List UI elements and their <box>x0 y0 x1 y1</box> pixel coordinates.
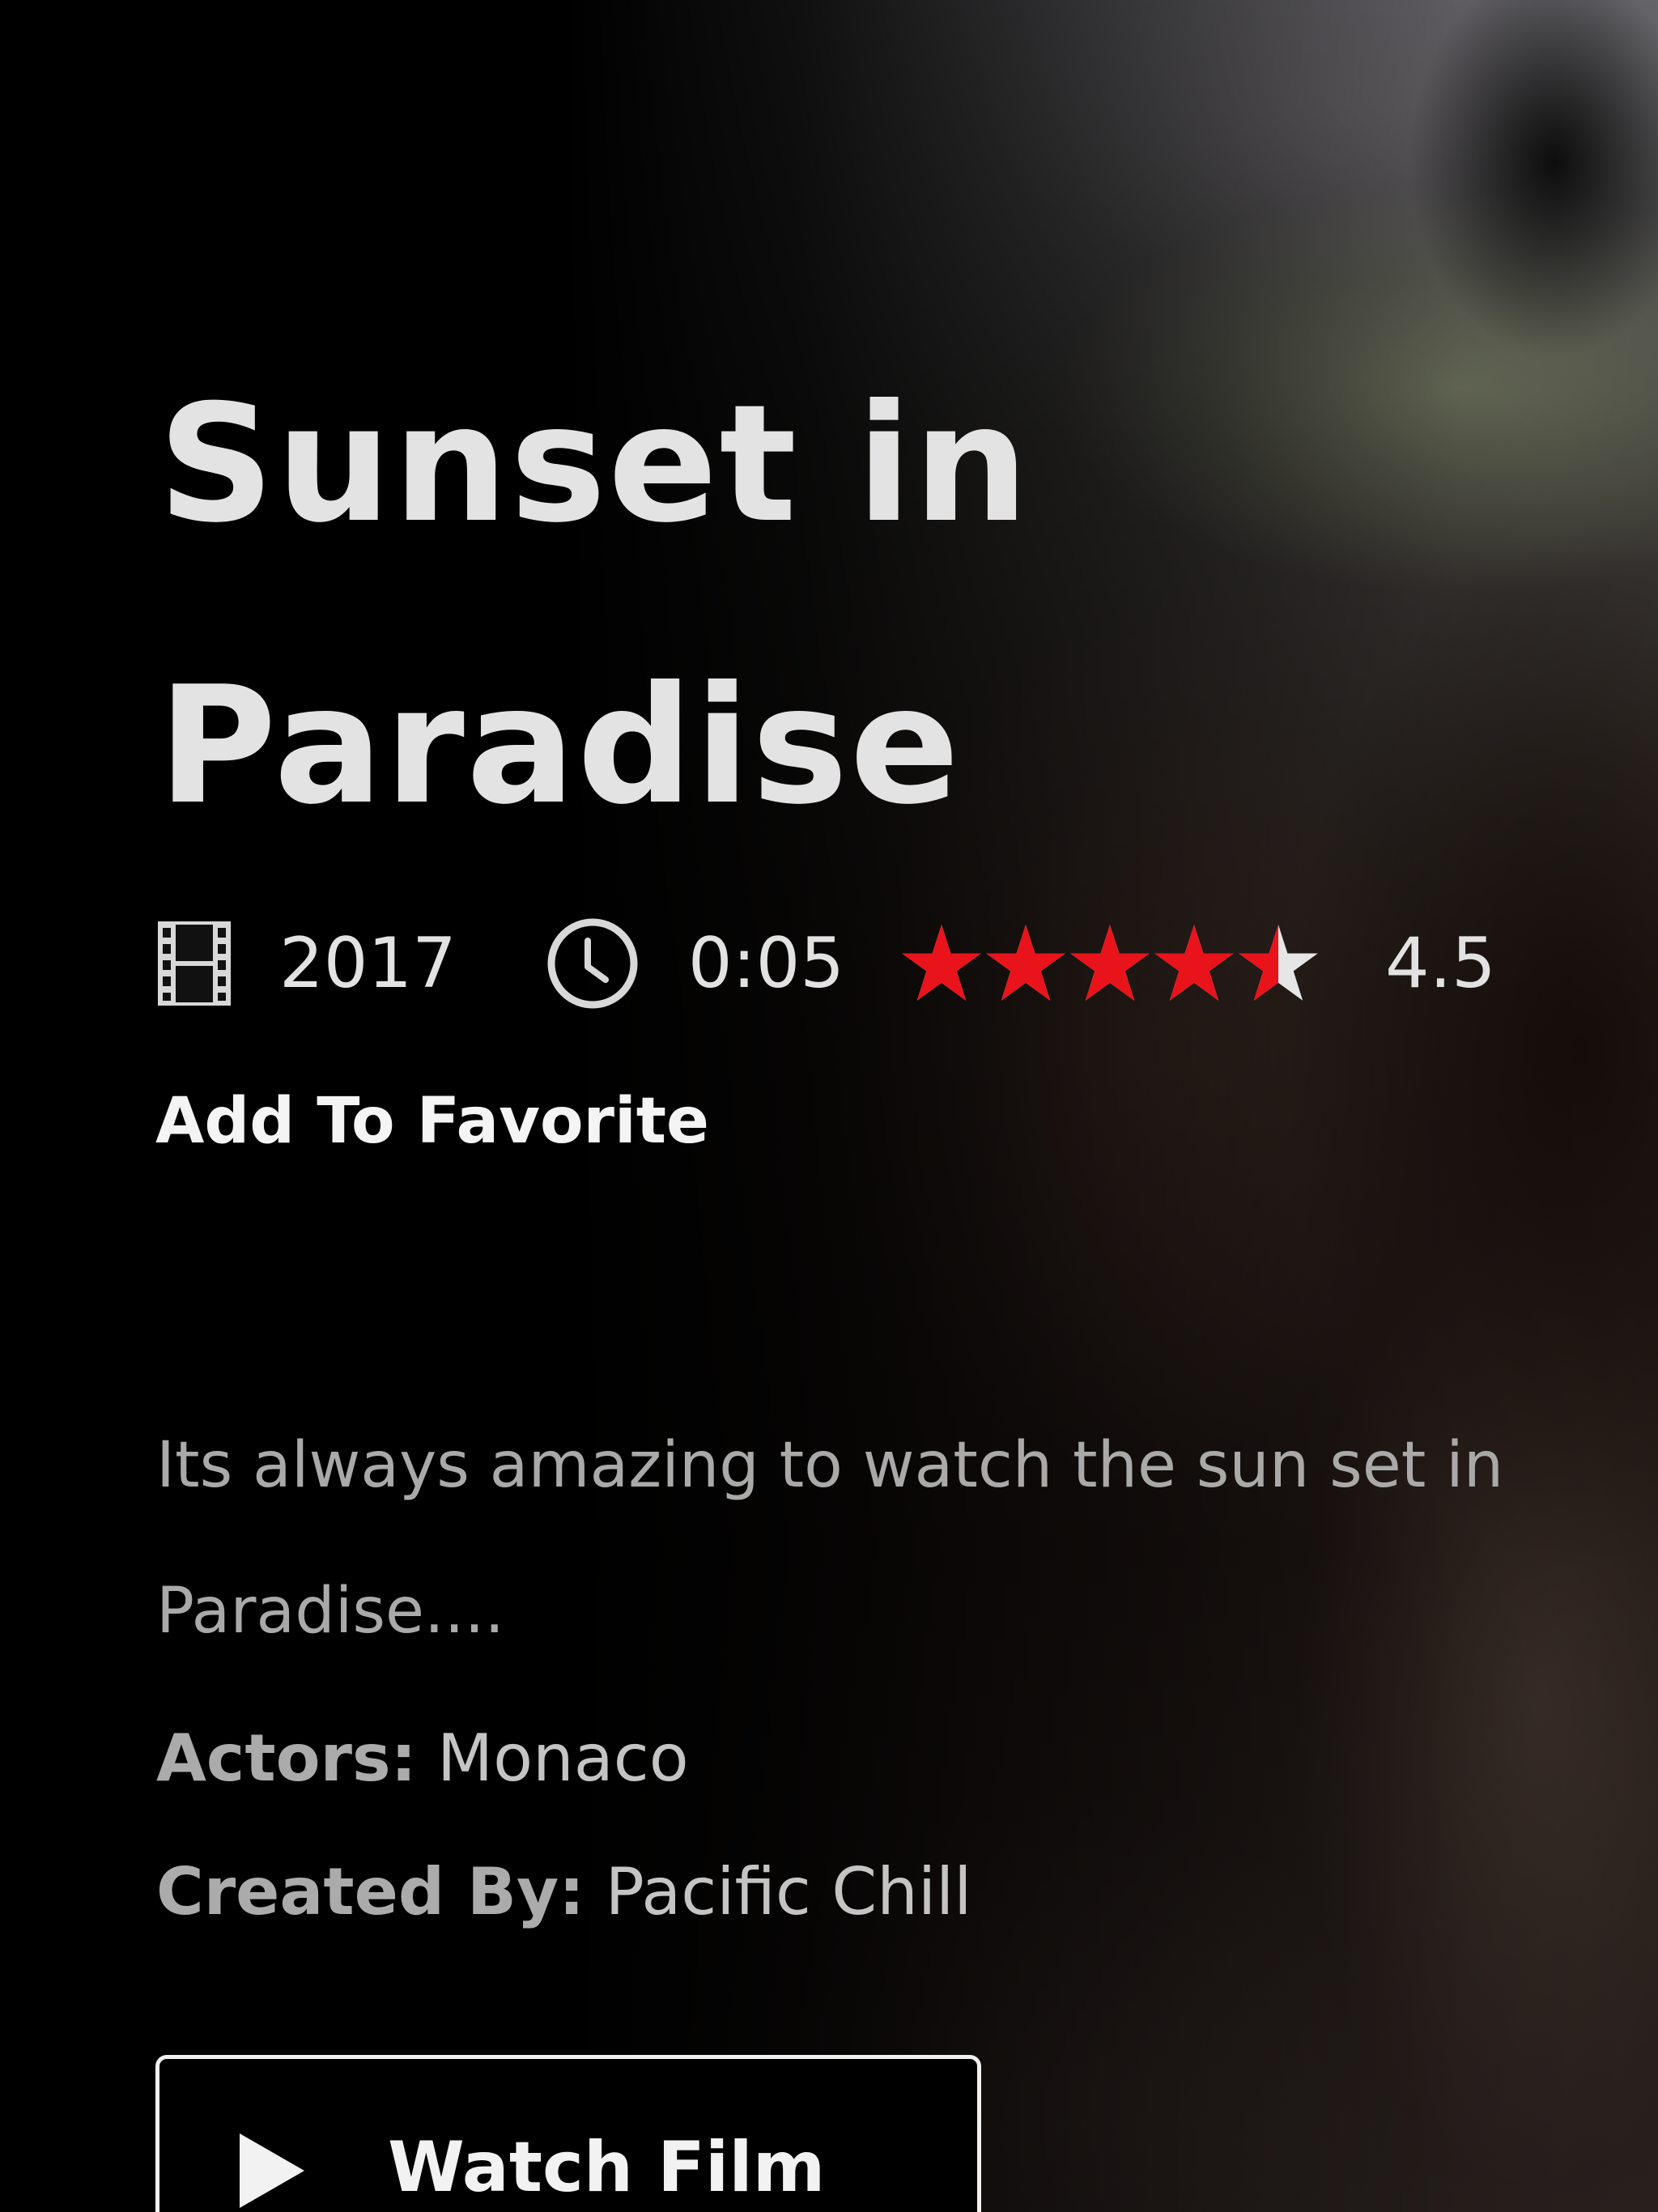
created-by-line: Created By: Pacific Chill <box>156 1854 972 1929</box>
play-icon <box>240 2133 304 2208</box>
rating-value: 4.5 <box>1385 923 1496 1004</box>
duration: 0:05 <box>687 923 844 1004</box>
add-to-favorite-link[interactable]: Add To Favorite <box>155 1085 709 1158</box>
star-full-icon <box>1070 925 1150 1001</box>
film-strip-icon <box>158 921 231 1006</box>
star-rating <box>899 921 1320 1006</box>
movie-description: Its always amazing to watch the sun set … <box>156 1429 1504 1648</box>
release-year: 2017 <box>279 923 457 1004</box>
star-full-icon <box>1154 925 1234 1001</box>
star-full-icon <box>986 925 1065 1001</box>
star-half-icon <box>1239 925 1318 1001</box>
actors-value: Monaco <box>437 1721 689 1796</box>
actors-line: Actors: Monaco <box>156 1721 689 1796</box>
star-full-icon <box>902 925 981 1001</box>
watch-film-label: Watch Film <box>388 2127 826 2208</box>
clock-icon <box>547 918 638 1009</box>
created-by-label: Created By: <box>156 1854 585 1929</box>
movie-detail-screen: Sunset in Paradise 2017 0:05 4.5 Add To … <box>0 0 1658 2212</box>
movie-meta-row: 2017 0:05 4.5 <box>158 907 1496 1020</box>
actors-label: Actors: <box>156 1721 417 1796</box>
created-by-value: Pacific Chill <box>605 1854 972 1929</box>
watch-film-button[interactable]: Watch Film <box>155 2055 981 2212</box>
movie-title: Sunset in Paradise <box>158 370 1031 840</box>
